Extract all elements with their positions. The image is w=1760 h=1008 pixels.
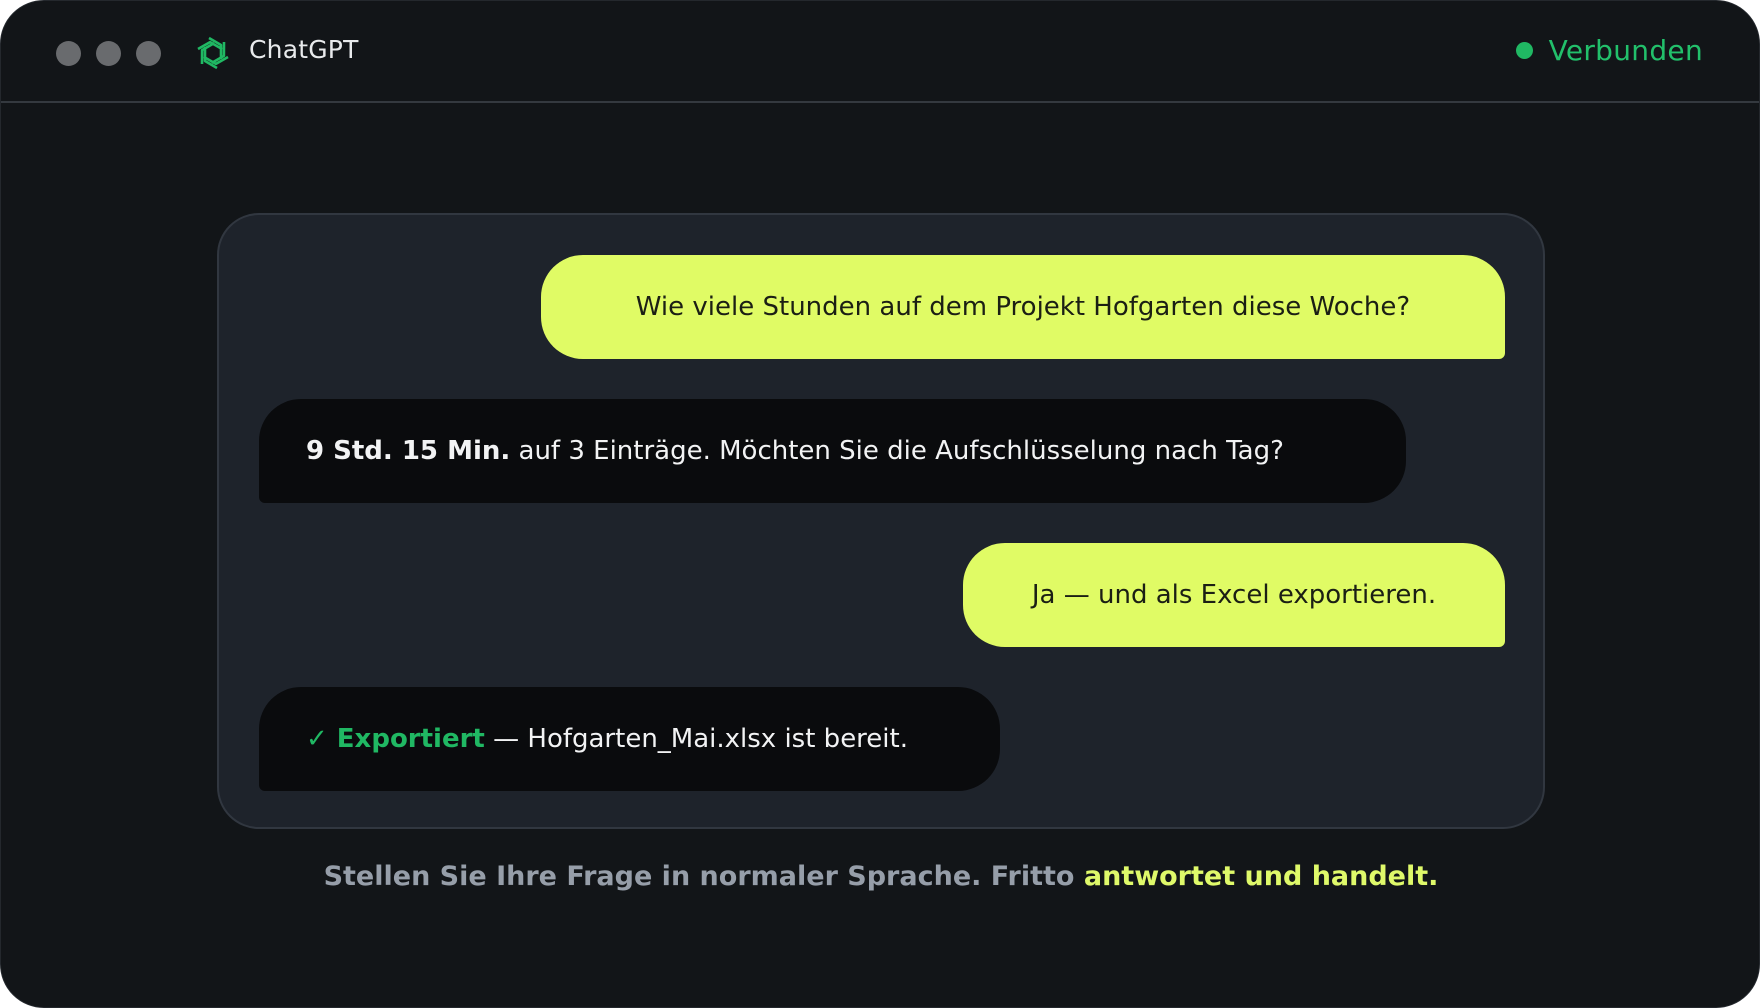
caption-lead: Stellen Sie Ihre Frage in normaler Sprac…	[323, 861, 1084, 892]
assistant-message-2: ✓ Exportiert — Hofgarten_Mai.xlsx ist ber…	[259, 687, 1000, 791]
checkmark-icon: ✓	[306, 724, 328, 754]
status-dot-icon	[1515, 42, 1533, 59]
window-close-button[interactable]	[56, 41, 81, 66]
caption-highlight: antwortet und handelt.	[1083, 861, 1439, 892]
app-window: ChatGPT Verbunden Wie viele Stunden auf …	[0, 0, 1760, 1008]
user-message-text: Wie viele Stunden auf dem Projekt Hofgar…	[635, 292, 1411, 322]
assistant-message-text: auf 3 Einträge. Möchten Sie die Aufschlü…	[510, 436, 1284, 466]
caption: Stellen Sie Ihre Frage in normaler Sprac…	[1, 861, 1759, 892]
window-minimize-button[interactable]	[96, 41, 121, 66]
message-strong-text: 9 Std. 15 Min.	[306, 436, 511, 466]
chat-panel: Wie viele Stunden auf dem Projekt Hofgar…	[217, 213, 1545, 829]
title-bar: ChatGPT Verbunden	[1, 1, 1759, 103]
assistant-message-1: 9 Std. 15 Min. auf 3 Einträge. Möchten S…	[259, 399, 1406, 503]
status-label: Verbunden	[1548, 34, 1703, 67]
user-message-1: Wie viele Stunden auf dem Projekt Hofgar…	[541, 255, 1505, 359]
export-status-text: Exportiert	[336, 724, 485, 754]
app-title: ChatGPT	[249, 35, 359, 64]
openai-logo-icon	[197, 36, 229, 70]
user-message-2: Ja — und als Excel exportieren.	[963, 543, 1505, 647]
user-message-text: Ja — und als Excel exportieren.	[1031, 580, 1437, 610]
connection-status: Verbunden	[1515, 34, 1703, 67]
assistant-message-text: — Hofgarten_Mai.xlsx ist bereit.	[484, 724, 908, 754]
window-maximize-button[interactable]	[136, 41, 161, 66]
